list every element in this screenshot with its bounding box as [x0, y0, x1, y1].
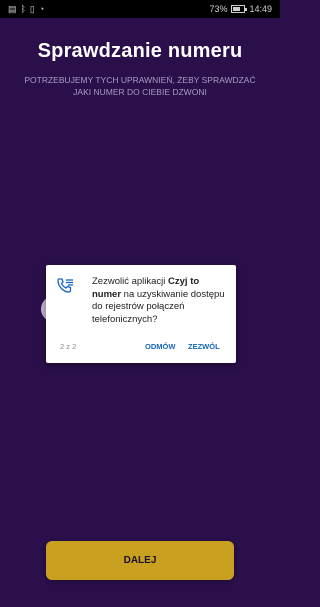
dialog-step-counter: 2 z 2 — [60, 342, 77, 351]
permission-dialog: Zezwolić aplikacji Czyj to numer na uzys… — [46, 265, 236, 363]
status-bar-left-icons: ▤ ᛒ ▯ ◔ — [8, 4, 44, 15]
dialog-message: Zezwolić aplikacji Czyj to numer na uzys… — [92, 276, 228, 326]
sim-icon: ▤ — [8, 3, 17, 14]
status-bar: ▤ ᛒ ▯ ◔ 73% 14:49 — [0, 0, 280, 18]
status-bar-right: 73% 14:49 — [209, 4, 272, 14]
vibrate-icon: ▯ — [29, 3, 35, 14]
dialog-message-prefix: Zezwolić aplikacji — [92, 276, 169, 287]
battery-percent: 73% — [209, 4, 228, 14]
clock: 14:49 — [249, 4, 272, 14]
bluetooth-icon: ᛒ — [20, 4, 26, 14]
deny-button[interactable]: ODMÓW — [145, 342, 175, 351]
next-button[interactable]: DALEJ — [46, 541, 234, 580]
battery-icon — [231, 5, 248, 13]
wifi-icon: ◔ — [38, 4, 45, 14]
call-log-icon — [56, 277, 74, 295]
page-subtitle: POTRZEBUJEMY TYCH UPRAWNIEŃ, ŻEBY SPRAWD… — [24, 75, 256, 97]
page-title: Sprawdzanie numeru — [37, 40, 243, 62]
allow-button[interactable]: ZEZWÓL — [188, 342, 220, 351]
